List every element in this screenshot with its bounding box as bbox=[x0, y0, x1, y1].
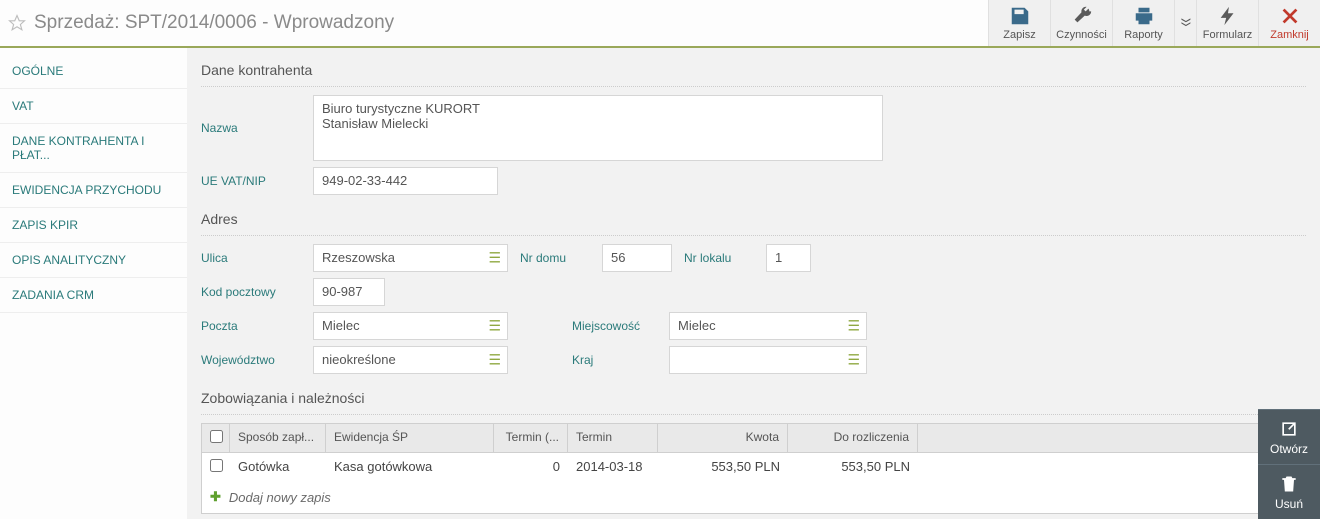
cell-term: 2014-03-18 bbox=[568, 453, 658, 481]
cell-termshort: 0 bbox=[494, 453, 568, 481]
col-amount[interactable]: Kwota bbox=[658, 424, 788, 452]
label-zip: Kod pocztowy bbox=[201, 285, 301, 299]
field-zip[interactable]: 90-987 bbox=[313, 278, 385, 306]
form-button[interactable]: Formularz bbox=[1196, 0, 1258, 46]
section-contractor-data: Dane kontrahenta bbox=[201, 58, 1306, 87]
label-name: Nazwa bbox=[201, 121, 301, 135]
bolt-icon bbox=[1217, 5, 1239, 27]
picker-icon[interactable]: ☰ bbox=[488, 250, 501, 267]
field-country[interactable]: ☰ bbox=[669, 346, 867, 374]
grid-checkbox-all[interactable] bbox=[210, 430, 223, 443]
col-method[interactable]: Sposób zapł... bbox=[230, 424, 326, 452]
field-province[interactable]: nieokreślone ☰ bbox=[313, 346, 508, 374]
label-city: Miejscowość bbox=[572, 319, 657, 333]
picker-icon[interactable]: ☰ bbox=[488, 352, 501, 369]
cell-tosettle: 553,50 PLN bbox=[788, 453, 918, 481]
delete-button[interactable]: Usuń bbox=[1258, 464, 1320, 519]
sidebar-item-crm[interactable]: Zadania CRM bbox=[0, 278, 187, 313]
close-button[interactable]: Zamknij bbox=[1258, 0, 1320, 46]
sidebar: Ogólne VAT Dane kontrahenta i płat... Ew… bbox=[0, 48, 187, 519]
cell-method: Gotówka bbox=[230, 453, 326, 481]
obligations-grid: Sposób zapł... Ewidencja ŚP Termin (... … bbox=[201, 423, 1306, 514]
star-icon[interactable] bbox=[8, 14, 26, 32]
label-houseno: Nr domu bbox=[520, 251, 590, 265]
field-flatno[interactable]: 1 bbox=[766, 244, 811, 272]
picker-icon[interactable]: ☰ bbox=[847, 318, 860, 335]
sidebar-item-contractor[interactable]: Dane kontrahenta i płat... bbox=[0, 124, 187, 173]
cell-amount: 553,50 PLN bbox=[658, 453, 788, 481]
label-province: Województwo bbox=[201, 353, 301, 367]
sidebar-item-kpir[interactable]: Zapis KPiR bbox=[0, 208, 187, 243]
chevron-down-icon bbox=[1175, 12, 1197, 34]
save-button[interactable]: Zapisz bbox=[988, 0, 1050, 46]
wrench-icon bbox=[1071, 5, 1093, 27]
close-icon bbox=[1279, 5, 1301, 27]
col-termshort[interactable]: Termin (... bbox=[494, 424, 568, 452]
plus-icon: ✚ bbox=[210, 489, 221, 505]
toolbar: Zapisz Czynności Raporty Formularz Zamkn… bbox=[988, 0, 1320, 46]
col-tosettle[interactable]: Do rozliczenia bbox=[788, 424, 918, 452]
field-street[interactable]: Rzeszowska ☰ bbox=[313, 244, 508, 272]
reports-button[interactable]: Raporty bbox=[1112, 0, 1174, 46]
col-term[interactable]: Termin bbox=[568, 424, 658, 452]
section-address: Adres bbox=[201, 201, 1306, 236]
trash-icon bbox=[1279, 474, 1299, 494]
save-icon bbox=[1009, 5, 1031, 27]
field-houseno[interactable]: 56 bbox=[602, 244, 672, 272]
field-city[interactable]: Mielec ☰ bbox=[669, 312, 867, 340]
field-vat[interactable]: 949-02-33-442 bbox=[313, 167, 498, 195]
printer-icon bbox=[1133, 5, 1155, 27]
grid-row-checkbox[interactable] bbox=[210, 459, 223, 472]
picker-icon[interactable]: ☰ bbox=[847, 352, 860, 369]
sidebar-item-general[interactable]: Ogólne bbox=[0, 54, 187, 89]
picker-icon[interactable]: ☰ bbox=[488, 318, 501, 335]
add-row-button[interactable]: ✚ Dodaj nowy zapis bbox=[202, 481, 1305, 513]
table-row[interactable]: Gotówka Kasa gotówkowa 0 2014-03-18 553,… bbox=[202, 453, 1305, 481]
field-post[interactable]: Mielec ☰ bbox=[313, 312, 508, 340]
cell-ledger: Kasa gotówkowa bbox=[326, 453, 494, 481]
label-flatno: Nr lokalu bbox=[684, 251, 754, 265]
label-post: Poczta bbox=[201, 319, 301, 333]
dropdown-button[interactable] bbox=[1174, 0, 1196, 46]
open-icon bbox=[1279, 419, 1299, 439]
col-ledger[interactable]: Ewidencja ŚP bbox=[326, 424, 494, 452]
label-vat: UE VAT/NIP bbox=[201, 174, 301, 188]
section-obligations: Zobowiązania i należności bbox=[201, 380, 1306, 415]
field-name[interactable]: Biuro turystyczne KURORT Stanisław Miele… bbox=[313, 95, 883, 161]
actions-button[interactable]: Czynności bbox=[1050, 0, 1112, 46]
label-country: Kraj bbox=[572, 353, 657, 367]
open-button[interactable]: Otwórz bbox=[1258, 409, 1320, 464]
label-street: Ulica bbox=[201, 251, 301, 265]
sidebar-item-vat[interactable]: VAT bbox=[0, 89, 187, 124]
page-title: Sprzedaż: SPT/2014/0006 - Wprowadzony bbox=[34, 12, 394, 34]
sidebar-item-analytic[interactable]: Opis analityczny bbox=[0, 243, 187, 278]
sidebar-item-revenue[interactable]: Ewidencja przychodu bbox=[0, 173, 187, 208]
